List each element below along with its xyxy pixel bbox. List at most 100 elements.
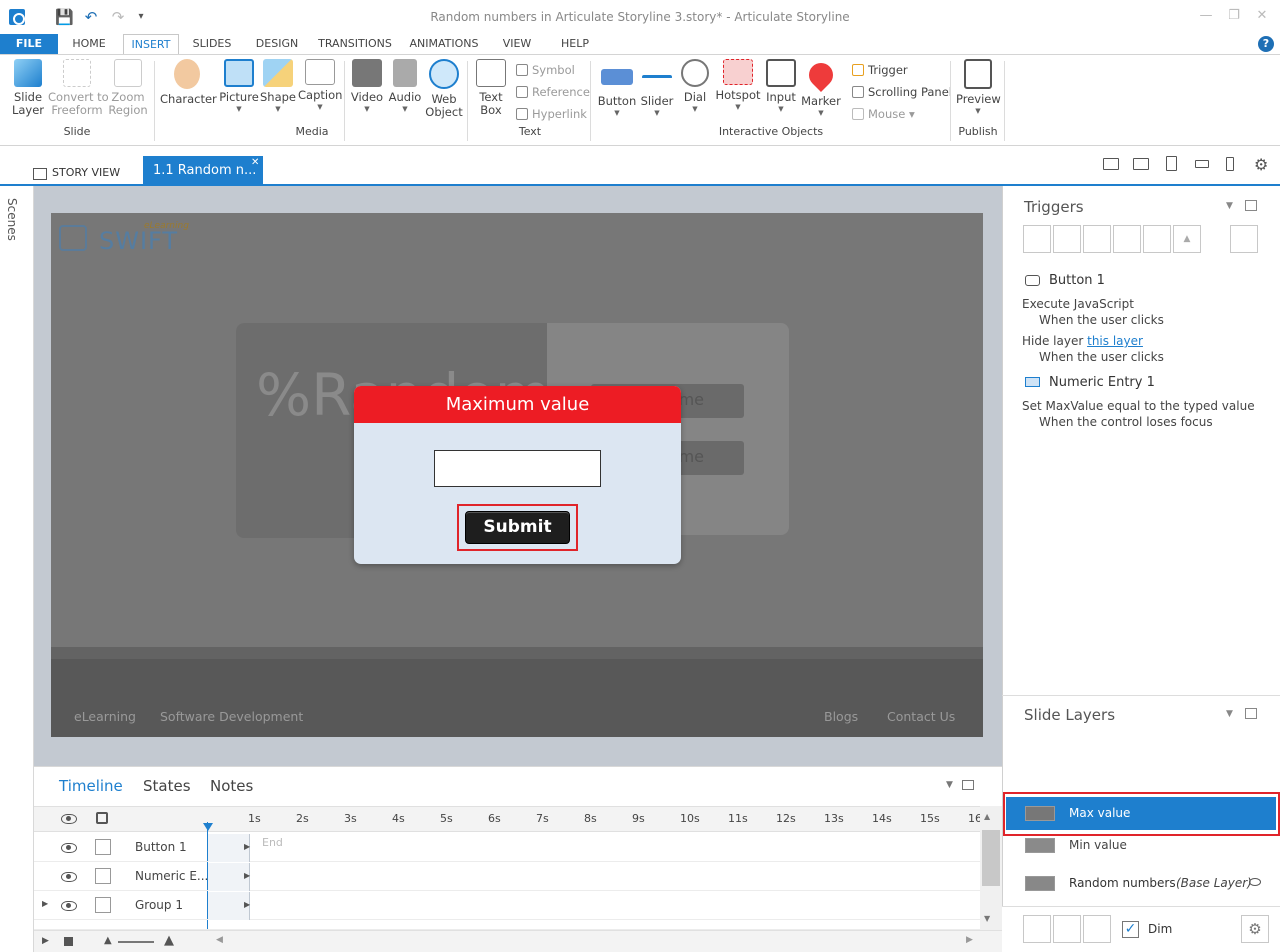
zoom-out-icon[interactable]: ▲ bbox=[104, 935, 112, 946]
float-panel-icon[interactable] bbox=[962, 780, 974, 790]
slide-layer-button[interactable]: Slide Layer bbox=[8, 59, 48, 117]
trigger-action[interactable]: Execute JavaScript bbox=[1022, 297, 1134, 311]
tab-file[interactable]: FILE bbox=[0, 34, 58, 54]
zoom-slider[interactable] bbox=[118, 941, 154, 943]
lock-checkbox[interactable] bbox=[95, 868, 111, 884]
tab-states[interactable]: States bbox=[143, 777, 191, 795]
play-icon[interactable]: ▶ bbox=[42, 936, 49, 946]
preview-button[interactable]: Preview ▼ bbox=[956, 59, 1001, 116]
lock-checkbox[interactable] bbox=[95, 839, 111, 855]
slider-button[interactable]: Slider ▼ bbox=[638, 59, 676, 118]
close-window-icon[interactable]: ✕ bbox=[1252, 8, 1272, 26]
trigger-button[interactable]: Trigger bbox=[852, 61, 908, 79]
phone-landscape-icon[interactable] bbox=[1195, 160, 1209, 168]
move-up-icon[interactable]: ▲ bbox=[1173, 225, 1201, 253]
new-layer-icon[interactable] bbox=[1023, 915, 1051, 943]
mouse-button[interactable]: Mouse ▾ bbox=[852, 105, 915, 123]
scenes-label[interactable]: Scenes bbox=[5, 198, 19, 241]
submit-button[interactable]: Submit bbox=[465, 511, 570, 544]
picture-button[interactable]: Picture ▼ bbox=[218, 59, 260, 114]
duplicate-layer-icon[interactable] bbox=[1053, 915, 1081, 943]
collapse-icon[interactable]: ▼ bbox=[946, 780, 953, 790]
shape-button[interactable]: Shape ▼ bbox=[259, 59, 297, 114]
trigger-condition[interactable]: When the user clicks bbox=[1039, 313, 1164, 327]
stop-icon[interactable] bbox=[64, 937, 73, 946]
scroll-down-icon[interactable]: ▼ bbox=[984, 914, 990, 923]
variables-icon[interactable] bbox=[1230, 225, 1258, 253]
eye-icon[interactable] bbox=[1249, 878, 1261, 886]
edit-trigger-icon[interactable] bbox=[1053, 225, 1081, 253]
footer-link-elearning[interactable]: eLearning bbox=[74, 709, 136, 724]
tab-animations[interactable]: ANIMATIONS bbox=[404, 34, 484, 54]
this-layer-link[interactable]: this layer bbox=[1087, 334, 1143, 348]
tab-notes[interactable]: Notes bbox=[210, 777, 253, 795]
timeline-row[interactable] bbox=[34, 920, 980, 930]
layer-item-min-value[interactable]: Min value bbox=[1006, 830, 1276, 862]
tab-view[interactable]: VIEW bbox=[497, 34, 537, 54]
trigger-condition[interactable]: When the control loses focus bbox=[1039, 415, 1213, 429]
input-button[interactable]: Input ▼ bbox=[762, 59, 800, 114]
tab-story-view[interactable]: STORY VIEW bbox=[26, 160, 120, 186]
convert-to-freeform-button[interactable]: Convert to Freeform bbox=[48, 59, 109, 117]
zoom-region-button[interactable]: Zoom Region bbox=[106, 59, 150, 117]
scroll-right-icon[interactable]: ▶ bbox=[966, 935, 973, 945]
expand-group-icon[interactable]: ▶ bbox=[42, 899, 48, 908]
marker-button[interactable]: Marker ▼ bbox=[800, 58, 842, 118]
trigger-object-name[interactable]: Button 1 bbox=[1049, 273, 1105, 288]
character-button[interactable]: Character bbox=[160, 59, 217, 106]
hyperlink-button[interactable]: Hyperlink bbox=[516, 105, 587, 123]
lock-icon[interactable] bbox=[96, 812, 108, 824]
paste-trigger-icon[interactable] bbox=[1113, 225, 1141, 253]
eye-icon[interactable] bbox=[61, 814, 77, 824]
video-button[interactable]: Video ▼ bbox=[348, 59, 386, 114]
web-object-button[interactable]: Web Object bbox=[424, 59, 464, 119]
tablet-portrait-icon[interactable] bbox=[1166, 156, 1177, 171]
expand-arrow-icon[interactable]: ▶ bbox=[244, 842, 250, 851]
tablet-landscape-icon[interactable] bbox=[1133, 158, 1149, 170]
dim-checkbox[interactable]: ✓ bbox=[1122, 921, 1139, 938]
laptop-preview-icon[interactable] bbox=[1103, 158, 1119, 170]
minimize-icon[interactable]: — bbox=[1196, 8, 1216, 26]
trigger-action[interactable]: Hide layer this layer bbox=[1022, 334, 1143, 348]
panel-divider[interactable] bbox=[1002, 695, 1280, 696]
dial-button[interactable]: Dial ▼ bbox=[678, 59, 712, 114]
layer-item-base[interactable]: Random numbers (Base Layer) bbox=[1006, 866, 1276, 900]
tab-transitions[interactable]: TRANSITIONS bbox=[314, 34, 396, 54]
footer-link-contact[interactable]: Contact Us bbox=[887, 709, 955, 724]
tab-slide[interactable]: 1.1 Random n... bbox=[143, 156, 263, 186]
tab-design[interactable]: DESIGN bbox=[250, 34, 304, 54]
audio-button[interactable]: Audio ▼ bbox=[386, 59, 424, 114]
text-box-button[interactable]: Text Box bbox=[472, 59, 510, 117]
scroll-up-icon[interactable]: ▲ bbox=[984, 812, 990, 821]
scrolling-panel-button[interactable]: Scrolling Panel bbox=[852, 83, 952, 101]
help-icon[interactable]: ? bbox=[1258, 36, 1274, 52]
scenes-panel[interactable] bbox=[0, 186, 34, 952]
trigger-condition[interactable]: When the user clicks bbox=[1039, 350, 1164, 364]
trigger-object-name[interactable]: Numeric Entry 1 bbox=[1049, 375, 1155, 390]
phone-portrait-icon[interactable] bbox=[1226, 157, 1234, 171]
tab-insert[interactable]: INSERT bbox=[123, 34, 179, 54]
eye-icon[interactable] bbox=[61, 872, 77, 882]
button-insert-button[interactable]: Button ▼ bbox=[596, 59, 638, 118]
settings-gear-icon[interactable]: ⚙ bbox=[1254, 155, 1268, 174]
eye-icon[interactable] bbox=[61, 901, 77, 911]
float-panel-icon[interactable] bbox=[1245, 200, 1257, 211]
expand-arrow-icon[interactable]: ▶ bbox=[244, 900, 250, 909]
footer-link-software[interactable]: Software Development bbox=[160, 709, 303, 724]
tab-slides[interactable]: SLIDES bbox=[185, 34, 239, 54]
delete-trigger-icon[interactable] bbox=[1143, 225, 1171, 253]
zoom-in-icon[interactable]: ▲ bbox=[164, 933, 174, 948]
collapse-icon[interactable]: ▼ bbox=[1226, 201, 1233, 211]
hotspot-button[interactable]: Hotspot ▼ bbox=[714, 59, 762, 112]
scroll-thumb[interactable] bbox=[982, 830, 1000, 886]
lock-checkbox[interactable] bbox=[95, 897, 111, 913]
eye-icon[interactable] bbox=[61, 843, 77, 853]
scroll-left-icon[interactable]: ◀ bbox=[216, 935, 223, 945]
tab-help[interactable]: HELP bbox=[555, 34, 595, 54]
trigger-action[interactable]: Set MaxValue equal to the typed value bbox=[1022, 399, 1255, 413]
reference-button[interactable]: Reference bbox=[516, 83, 590, 101]
symbol-button[interactable]: Symbol bbox=[516, 61, 575, 79]
tab-home[interactable]: HOME bbox=[62, 34, 116, 54]
footer-link-blogs[interactable]: Blogs bbox=[824, 709, 858, 724]
playhead-marker-icon[interactable] bbox=[203, 823, 213, 831]
